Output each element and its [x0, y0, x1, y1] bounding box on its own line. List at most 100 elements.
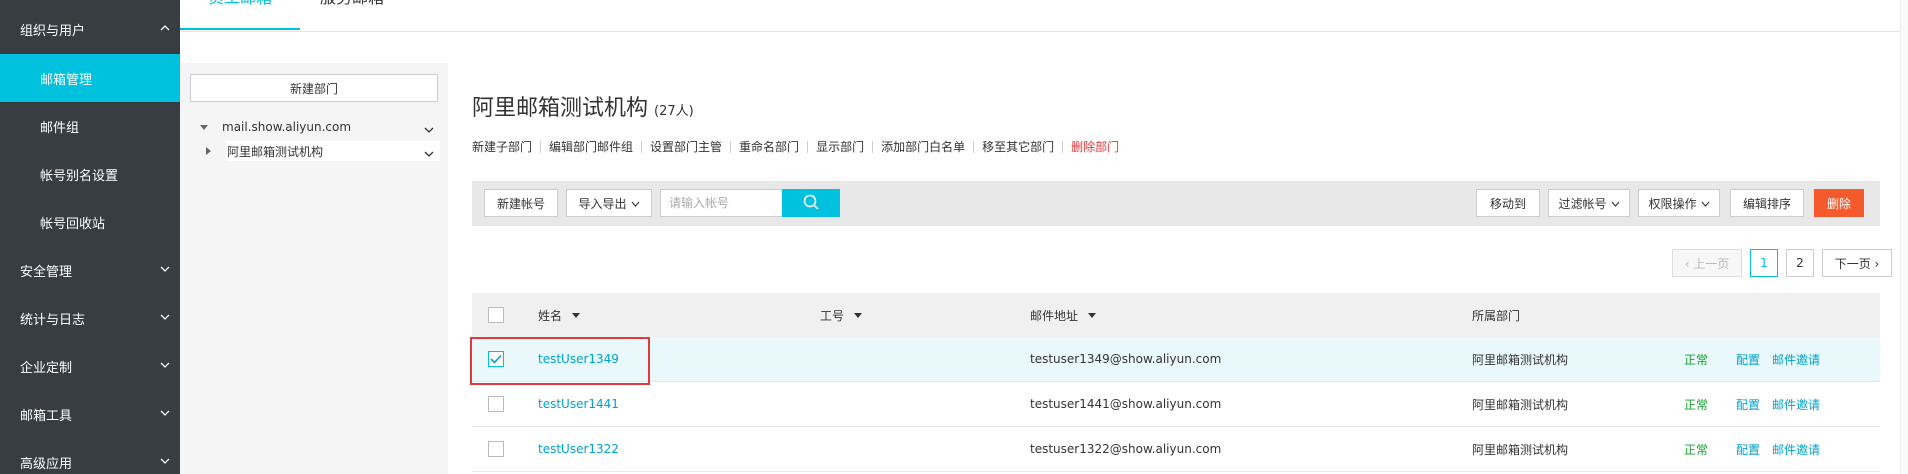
divider	[730, 140, 732, 153]
row-name-link[interactable]: testUser1322	[538, 427, 619, 471]
row-config-link[interactable]: 配置	[1736, 337, 1760, 381]
permission-label: 权限操作	[1648, 196, 1697, 211]
chevron-down-icon	[160, 264, 170, 274]
account-search-input[interactable]	[660, 189, 782, 217]
filter-account-dropdown[interactable]: 过滤帐号	[1548, 189, 1630, 217]
sidebar-item-mail-group[interactable]: 邮件组	[0, 102, 180, 150]
row-email: testuser1349@show.aliyun.com	[1030, 352, 1222, 366]
sidebar-item-label: 帐号别名设置	[40, 168, 119, 184]
caret-right-icon[interactable]	[206, 147, 211, 155]
row-invite-link[interactable]: 邮件邀请	[1772, 382, 1820, 426]
action-add-whitelist[interactable]: 添加部门白名单	[881, 138, 965, 155]
sidebar-item-label: 帐号回收站	[40, 216, 106, 232]
row-checkbox[interactable]	[488, 351, 504, 367]
sidebar-item-label: 企业定制	[20, 360, 73, 376]
action-new-sub-dept[interactable]: 新建子部门	[472, 138, 532, 155]
chevron-down-icon[interactable]	[424, 147, 434, 161]
row-invite-link[interactable]: 邮件邀请	[1772, 427, 1820, 471]
chevron-down-icon[interactable]	[424, 123, 434, 137]
search-button[interactable]	[782, 189, 840, 217]
new-account-button[interactable]: 新建帐号	[484, 189, 558, 217]
department-tree-panel: 新建部门 mail.show.aliyun.com 阿里邮箱测试机构	[180, 63, 448, 474]
table-row[interactable]: testUser1441 testuser1441@show.aliyun.co…	[472, 382, 1880, 427]
row-email: testuser1441@show.aliyun.com	[1030, 397, 1222, 411]
sidebar-item-mailbox-management[interactable]: 邮箱管理	[0, 54, 180, 102]
row-config-link[interactable]: 配置	[1736, 427, 1760, 471]
divider	[1062, 140, 1064, 153]
delete-button[interactable]: 删除	[1814, 189, 1864, 217]
org-title-text: 阿里邮箱测试机构	[472, 96, 649, 121]
header-name-label: 姓名	[538, 308, 563, 323]
table-row[interactable]: testUser1349 testuser1349@show.aliyun.co…	[470, 337, 1880, 385]
header-job-no[interactable]: 工号	[820, 293, 863, 337]
permission-dropdown[interactable]: 权限操作	[1638, 189, 1720, 217]
row-name-link[interactable]: testUser1349	[538, 337, 619, 381]
divider	[540, 140, 542, 153]
sort-down-icon[interactable]	[1088, 312, 1097, 318]
top-tab-bar: 员工邮箱 服务邮箱	[180, 0, 1908, 32]
tree-node-child[interactable]: 阿里邮箱测试机构	[206, 141, 440, 161]
action-move-dept[interactable]: 移至其它部门	[982, 138, 1054, 155]
prev-page-button[interactable]: ‹ 上一页	[1672, 249, 1742, 277]
account-toolbar: 新建帐号 导入导出 移动到 过滤帐号 权限操作 编辑排序 删除	[472, 181, 1880, 226]
row-dept: 阿里邮箱测试机构	[1472, 397, 1569, 412]
edit-sort-button[interactable]: 编辑排序	[1730, 189, 1804, 217]
action-set-dept-manager[interactable]: 设置部门主管	[650, 138, 722, 155]
header-name[interactable]: 姓名	[538, 293, 581, 337]
row-dept: 阿里邮箱测试机构	[1472, 352, 1569, 367]
tree-node-label: 阿里邮箱测试机构	[227, 144, 324, 159]
tab-staff-mailbox[interactable]: 员工邮箱	[180, 0, 300, 30]
import-export-label: 导入导出	[578, 196, 627, 211]
filter-account-label: 过滤帐号	[1558, 196, 1607, 211]
select-all-checkbox[interactable]	[488, 307, 504, 323]
search-icon	[803, 194, 819, 213]
sidebar-item-label: 统计与日志	[20, 312, 86, 328]
chevron-down-icon	[160, 360, 170, 370]
sidebar-item-label: 安全管理	[20, 264, 73, 280]
sidebar-group-enterprise-custom[interactable]: 企业定制	[0, 342, 180, 390]
action-show-dept[interactable]: 显示部门	[816, 138, 864, 155]
action-delete-dept[interactable]: 删除部门	[1071, 138, 1119, 155]
row-invite-link[interactable]: 邮件邀请	[1772, 337, 1820, 381]
tree-node-label: mail.show.aliyun.com	[222, 120, 352, 134]
page-scrollbar[interactable]	[1900, 0, 1908, 474]
action-edit-dept-group[interactable]: 编辑部门邮件组	[549, 138, 633, 155]
move-to-button[interactable]: 移动到	[1476, 189, 1540, 217]
row-checkbox[interactable]	[488, 441, 504, 457]
chevron-down-icon	[1611, 196, 1620, 210]
department-actions: 新建子部门 编辑部门邮件组 设置部门主管 重命名部门 显示部门 添加部门白名单 …	[472, 138, 1119, 155]
sidebar-group-stats-logs[interactable]: 统计与日志	[0, 294, 180, 342]
sidebar-item-account-recycle[interactable]: 帐号回收站	[0, 198, 180, 246]
new-department-button[interactable]: 新建部门	[190, 74, 438, 102]
sidebar-item-label: 组织与用户	[20, 23, 86, 39]
import-export-dropdown[interactable]: 导入导出	[566, 189, 652, 217]
chevron-up-icon	[160, 23, 170, 33]
tab-service-mailbox[interactable]: 服务邮箱	[320, 0, 440, 30]
sidebar-item-account-alias[interactable]: 帐号别名设置	[0, 150, 180, 198]
row-config-link[interactable]: 配置	[1736, 382, 1760, 426]
header-email[interactable]: 邮件地址	[1030, 293, 1097, 337]
row-checkbox[interactable]	[488, 396, 504, 412]
sort-down-icon[interactable]	[572, 312, 581, 318]
chevron-down-icon	[160, 456, 170, 466]
page-1-button[interactable]: 1	[1750, 249, 1778, 277]
sidebar-group-advanced[interactable]: 高级应用	[0, 438, 180, 474]
header-email-label: 邮件地址	[1030, 308, 1079, 323]
sidebar-group-mail-tools[interactable]: 邮箱工具	[0, 390, 180, 438]
sidebar-group-security[interactable]: 安全管理	[0, 246, 180, 294]
action-rename-dept[interactable]: 重命名部门	[739, 138, 799, 155]
tree-node-root[interactable]: mail.show.aliyun.com	[200, 117, 440, 137]
page-2-button[interactable]: 2	[1786, 249, 1814, 277]
table-row[interactable]: testUser1322 testuser1322@show.aliyun.co…	[472, 427, 1880, 472]
caret-down-icon[interactable]	[200, 124, 208, 130]
row-name-link[interactable]: testUser1441	[538, 382, 619, 426]
sidebar-item-label: 邮箱管理	[40, 72, 93, 88]
row-checkbox-cell	[488, 427, 504, 471]
row-status: 正常	[1684, 397, 1709, 412]
header-job-no-label: 工号	[820, 308, 845, 323]
next-page-button[interactable]: 下一页 ›	[1822, 249, 1892, 277]
page-title: 阿里邮箱测试机构 (27人)	[472, 90, 694, 122]
row-checkbox-cell	[488, 337, 504, 381]
sort-down-icon[interactable]	[854, 312, 863, 318]
sidebar-group-org-users[interactable]: 组织与用户	[0, 5, 180, 53]
